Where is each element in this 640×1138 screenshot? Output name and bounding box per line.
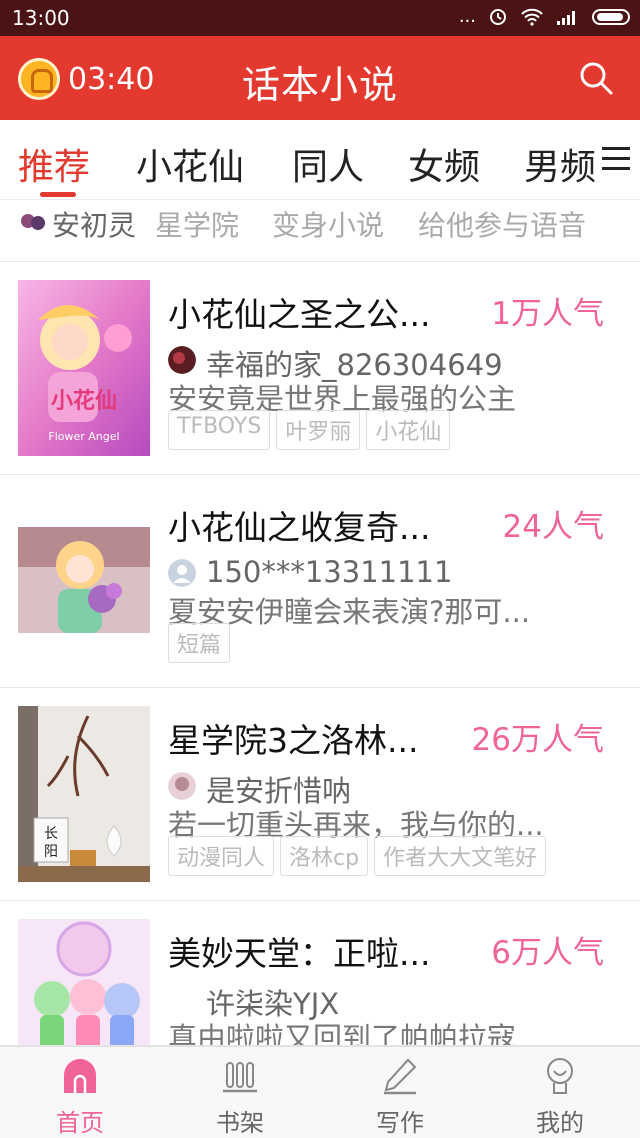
author-avatar: [168, 559, 196, 587]
bookshelf-icon: [223, 1062, 257, 1093]
nav-home[interactable]: 首页: [0, 1047, 160, 1138]
nav-profile[interactable]: 我的: [480, 1047, 640, 1138]
novel-card[interactable]: 小花仙之收复奇... 24人气 150***13311111 夏安安伊瞳会来表演…: [0, 475, 640, 688]
novel-title: 小花仙之收复奇...: [168, 508, 431, 547]
author-avatar: [168, 772, 196, 800]
author-avatar: [168, 346, 196, 374]
clock-coin-icon: [18, 58, 60, 100]
tag[interactable]: 叶罗丽: [276, 410, 361, 450]
novel-card[interactable]: 长 阳 星学院3之洛林... 26万人气 是安折惜呐 若一切重头再来，我与你的.…: [0, 688, 640, 901]
signal-icon: [557, 10, 575, 25]
hot-topics-ticker: 安初灵 星学院 变身小说 给他参与语音: [0, 200, 640, 262]
more-tabs-menu-icon[interactable]: [600, 140, 634, 180]
tab-tongren[interactable]: 同人: [292, 138, 364, 190]
search-icon[interactable]: [578, 60, 614, 96]
popularity-count: 24人气: [502, 509, 604, 545]
popularity-count: 26万人气: [471, 722, 604, 758]
nav-label: 书架: [216, 1109, 264, 1137]
tag[interactable]: 小花仙: [366, 410, 451, 450]
ticker-item[interactable]: 给他参与语音: [418, 204, 586, 244]
tag[interactable]: 洛林cp: [280, 836, 369, 876]
popularity-count: 6万人气: [491, 935, 604, 971]
wifi-icon: [521, 8, 543, 26]
status-icons: ...: [459, 6, 630, 27]
nav-bookshelf[interactable]: 书架: [160, 1047, 320, 1138]
novel-card[interactable]: 美妙天堂：正啦... 6万人气 许柒染YJX 真由啦啦又回到了帕帕拉寇: [0, 901, 640, 1046]
tab-male[interactable]: 男频: [524, 138, 596, 190]
novel-cover-image: [18, 919, 150, 1045]
novel-cover-image: 小花仙 Flower Angel: [18, 280, 150, 456]
users-icon: [21, 214, 45, 230]
ticker-item[interactable]: 安初灵: [52, 204, 136, 244]
tab-xiaohuaxian[interactable]: 小花仙: [136, 138, 244, 190]
nav-label: 首页: [56, 1109, 104, 1137]
author-name: 150***13311111: [206, 555, 453, 589]
battery-icon: [592, 8, 630, 25]
nav-label: 我的: [536, 1109, 584, 1137]
bottom-navigation: 首页 书架 写作 我的: [0, 1046, 640, 1138]
tag-list: 短篇: [168, 623, 231, 663]
tag[interactable]: 作者大大文笔好: [374, 836, 547, 876]
novel-title: 美妙天堂：正啦...: [168, 934, 431, 973]
active-tab-indicator: [40, 192, 76, 197]
nav-label: 写作: [376, 1109, 424, 1137]
novel-card[interactable]: 小花仙 Flower Angel 小花仙之圣之公... 1万人气 幸福的家_82…: [0, 262, 640, 475]
alarm-icon: [490, 8, 506, 25]
tag-list: 动漫同人 洛林cp 作者大大文笔好: [168, 836, 547, 876]
tag[interactable]: 短篇: [168, 623, 231, 663]
cover-text: 长: [44, 826, 58, 842]
status-bar: 13:00 ...: [0, 0, 640, 36]
status-indicators: ...: [458, 6, 476, 27]
novel-title: 小花仙之圣之公...: [168, 295, 431, 334]
status-time: 13:00: [12, 6, 70, 30]
novel-summary: 夏安安伊瞳会来表演?那可...: [168, 595, 531, 629]
tab-female[interactable]: 女频: [408, 138, 480, 190]
app-header: 话本小说 03:40: [0, 36, 640, 120]
tag-list: TFBOYS 叶罗丽 小花仙: [168, 410, 451, 450]
profile-icon: [547, 1058, 573, 1094]
ticker-item[interactable]: 变身小说: [272, 204, 384, 244]
novel-summary: 真由啦啦又回到了帕帕拉寇: [168, 1021, 517, 1046]
cover-subtitle: Flower Angel: [48, 430, 119, 443]
tag[interactable]: TFBOYS: [168, 410, 271, 450]
tag[interactable]: 动漫同人: [168, 836, 275, 876]
category-tabs: 推荐 小花仙 同人 女频 男频: [0, 120, 640, 200]
ticker-item[interactable]: 星学院: [155, 204, 239, 244]
nav-write[interactable]: 写作: [320, 1047, 480, 1138]
home-icon: [64, 1059, 96, 1093]
pen-icon: [384, 1058, 417, 1095]
reading-timer[interactable]: 03:40: [18, 58, 154, 100]
timer-text: 03:40: [68, 61, 155, 97]
novel-cover-image: 长 阳: [18, 706, 150, 882]
novel-cover-image: [18, 527, 150, 633]
tab-recommend[interactable]: 推荐: [18, 138, 90, 190]
novel-title: 星学院3之洛林...: [168, 721, 419, 760]
popularity-count: 1万人气: [491, 296, 604, 332]
cover-text: 阳: [44, 844, 58, 860]
cover-title: 小花仙: [51, 388, 117, 414]
